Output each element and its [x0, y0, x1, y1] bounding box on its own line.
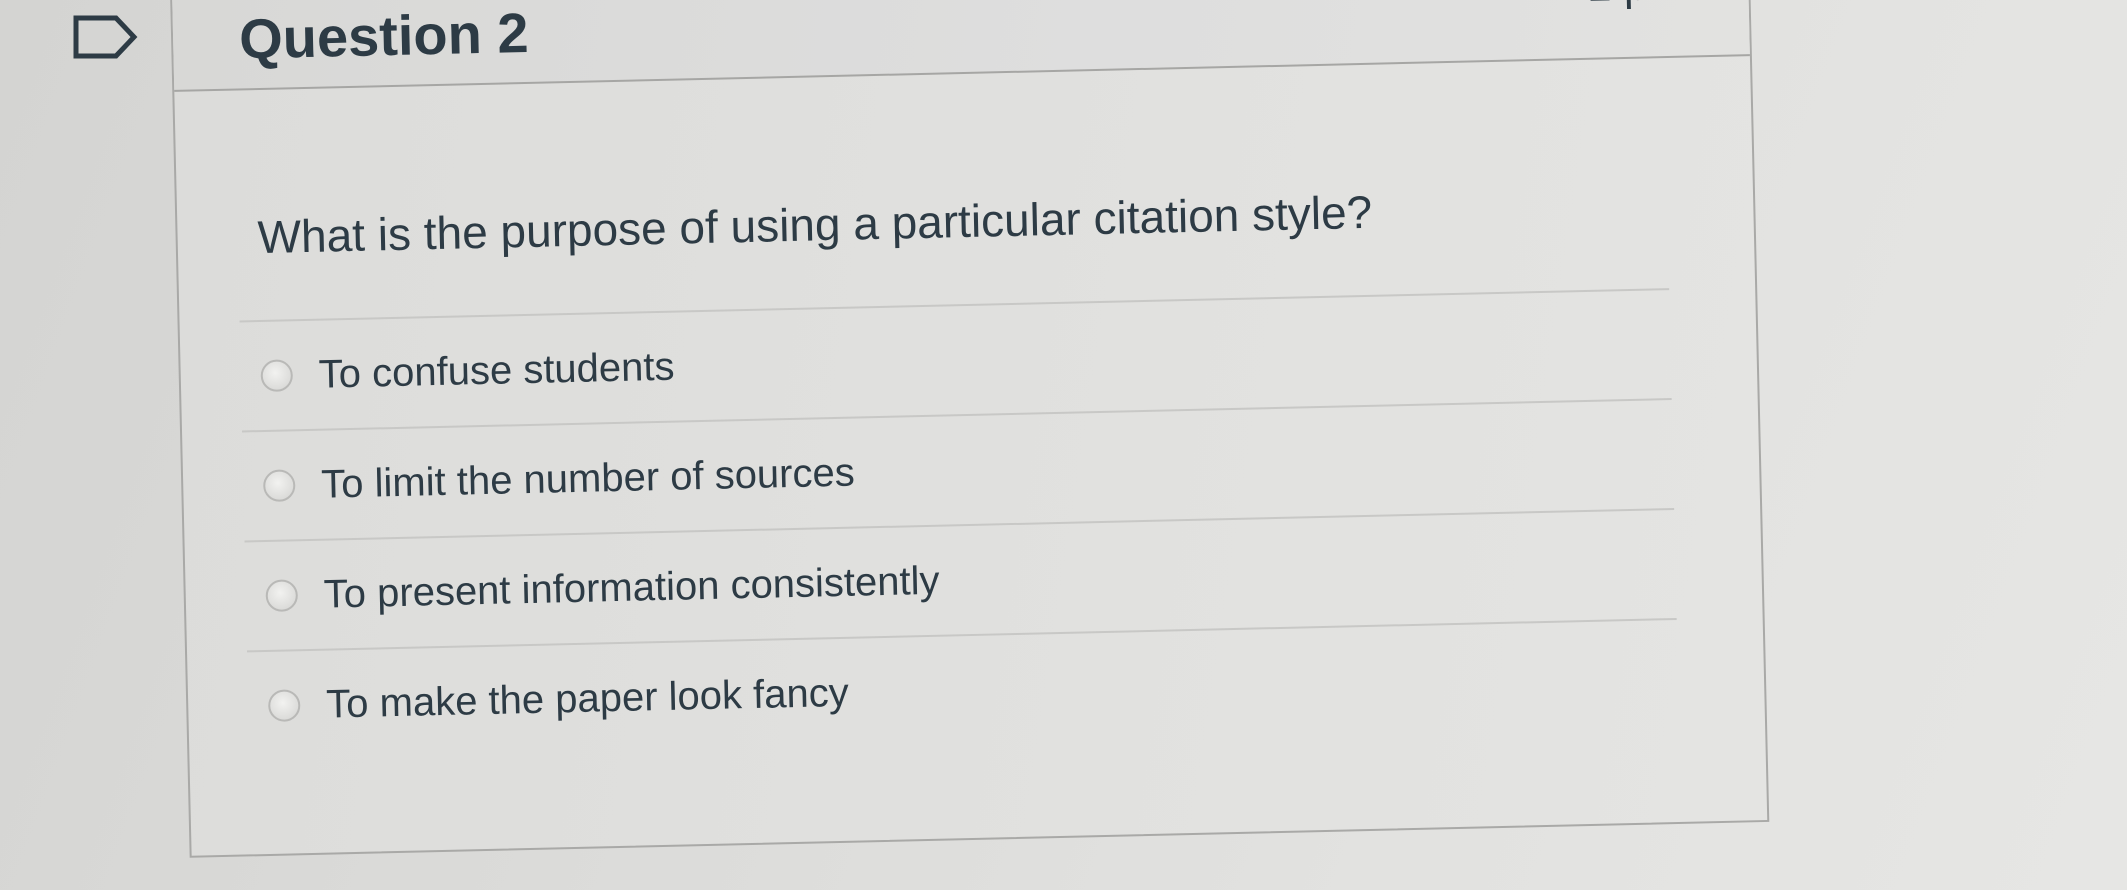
radio-button-icon[interactable]	[262, 469, 296, 503]
question-card: Question 2 1 pts What is the purpose of …	[170, 0, 1770, 858]
question-text: What is the purpose of using a particula…	[257, 185, 1373, 264]
answer-list: To confuse students To limit the number …	[239, 288, 1680, 761]
radio-button-icon[interactable]	[265, 579, 299, 612]
answer-label[interactable]: To present information consistently	[323, 558, 940, 617]
answer-label[interactable]: To limit the number of sources	[321, 450, 855, 507]
answer-label[interactable]: To confuse students	[318, 344, 675, 397]
question-points: 1 pts	[1586, 0, 1683, 12]
answer-label[interactable]: To make the paper look fancy	[326, 670, 849, 727]
radio-button-icon[interactable]	[260, 359, 294, 393]
radio-button-icon[interactable]	[267, 689, 301, 722]
question-header: Question 2 1 pts	[172, 0, 1750, 92]
flag-question-icon[interactable]	[72, 14, 138, 60]
question-title: Question 2	[238, 0, 530, 71]
